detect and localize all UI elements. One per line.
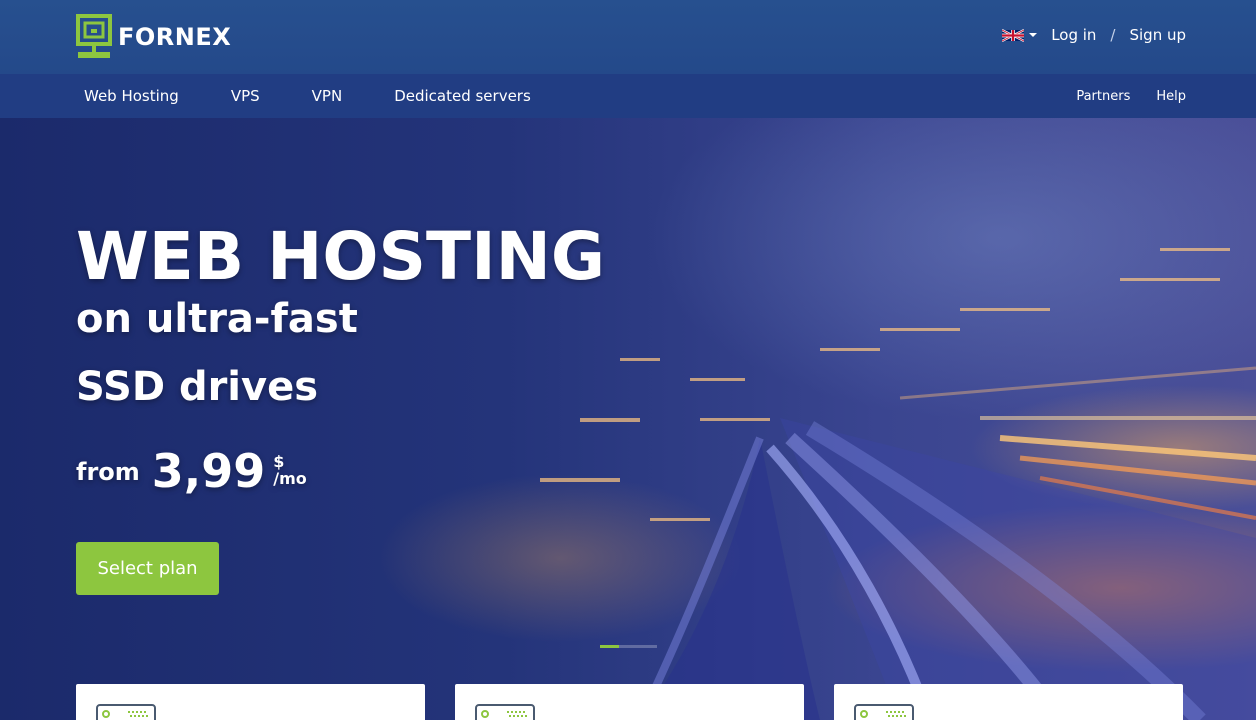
plan-card-2[interactable]: [455, 684, 804, 720]
select-plan-button[interactable]: Select plan: [76, 542, 219, 595]
language-selector[interactable]: [1002, 28, 1038, 43]
hero-subtitle-line2: SSD drives: [76, 364, 319, 410]
plan-card-1[interactable]: [76, 684, 425, 720]
nav-item-vpn[interactable]: VPN: [312, 87, 343, 105]
top-header: FORNEX Log in / Sign up: [0, 0, 1256, 74]
nav-item-vps[interactable]: VPS: [231, 87, 260, 105]
slider-dot-3[interactable]: [638, 645, 657, 648]
account-links: Log in / Sign up: [1002, 26, 1186, 44]
chevron-down-icon: [1029, 33, 1038, 37]
server-icon: [475, 704, 535, 720]
price-prefix: from: [76, 458, 140, 486]
uk-flag-icon: [1002, 28, 1025, 42]
server-icon: [854, 704, 914, 720]
plan-card-3[interactable]: [834, 684, 1183, 720]
fornex-logo[interactable]: FORNEX: [76, 14, 231, 60]
hero-subtitle-line1: on ultra-fast: [76, 296, 358, 342]
slider-indicator: [600, 645, 657, 648]
nav-item-partners[interactable]: Partners: [1076, 89, 1130, 104]
hero-title: WEB HOSTING: [76, 218, 606, 295]
price-amount: 3,99: [151, 444, 266, 498]
logo-icon: [76, 14, 112, 58]
hero-background-image: [540, 248, 1256, 720]
link-separator: /: [1110, 26, 1116, 44]
nav-item-dedicated-servers[interactable]: Dedicated servers: [394, 87, 531, 105]
logo-text: FORNEX: [118, 23, 232, 51]
hero-price: from 3,99 $ /mo: [76, 448, 307, 498]
slider-dot-2[interactable]: [619, 645, 638, 648]
server-icon: [96, 704, 156, 720]
nav-item-web-hosting[interactable]: Web Hosting: [84, 87, 179, 105]
main-nav: Web Hosting VPS VPN Dedicated servers Pa…: [0, 74, 1256, 118]
price-period: /mo: [273, 469, 307, 489]
nav-item-help[interactable]: Help: [1156, 89, 1186, 104]
price-unit: $ /mo: [273, 454, 307, 488]
signup-link[interactable]: Sign up: [1129, 26, 1186, 44]
login-link[interactable]: Log in: [1051, 26, 1096, 44]
hero-banner: WEB HOSTING on ultra-fast SSD drives fro…: [0, 118, 1256, 720]
slider-dot-1[interactable]: [600, 645, 619, 648]
